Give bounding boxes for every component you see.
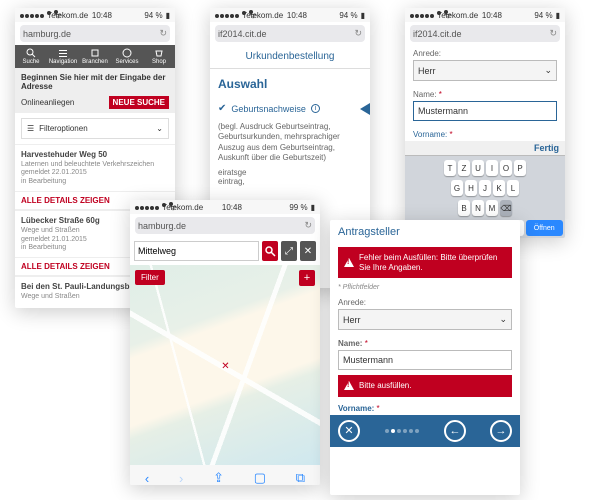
keyboard-toolbar: Fertig — [405, 141, 565, 156]
reload-icon[interactable]: ↻ — [549, 28, 557, 39]
nav-branchen[interactable]: Branchen — [79, 45, 111, 68]
map-marker-icon: ✕ — [221, 361, 229, 372]
warning-icon — [344, 381, 354, 390]
chevron-down-icon: ⌄ — [156, 124, 163, 133]
search-input[interactable] — [134, 241, 259, 261]
checkbox-row[interactable]: ✔ Geburtsnachweise i — [210, 99, 370, 118]
expand-button[interactable]: ⤢ — [281, 241, 297, 261]
anrede-select[interactable]: Herr⌄ — [338, 309, 512, 330]
page-title: Urkundenbestellung — [210, 45, 370, 69]
filter-icon: ☰ — [27, 124, 34, 133]
checkbox-icon[interactable]: ✔ — [218, 103, 226, 114]
status-bar: Telekom.de ᯤ 10:48 99 %▮ — [130, 200, 320, 214]
page-title: Antragsteller — [330, 220, 520, 244]
warning-icon — [344, 258, 354, 267]
pointer-arrow-icon — [360, 103, 370, 115]
key[interactable]: L — [507, 180, 519, 196]
status-bar: Telekom.de ᯤ 10:48 94 %▮ — [15, 8, 175, 22]
wizard-back-button[interactable]: ← — [444, 420, 466, 442]
key-open[interactable]: Öffnen — [526, 220, 564, 236]
nav-suche[interactable]: Suche — [15, 45, 47, 68]
subheading: Onlineanliegen — [21, 98, 74, 107]
anrede-select[interactable]: Herr⌄ — [413, 60, 557, 81]
key[interactable]: B — [458, 200, 470, 216]
key[interactable]: K — [493, 180, 505, 196]
key[interactable]: O — [500, 160, 512, 176]
map-filter-button[interactable]: Filter — [135, 270, 165, 285]
search-button[interactable] — [262, 241, 278, 261]
key[interactable]: T — [444, 160, 456, 176]
wizard-next-button[interactable]: → — [490, 420, 512, 442]
forward-icon[interactable]: › — [179, 471, 183, 486]
info-icon[interactable]: i — [311, 104, 320, 113]
wizard-cancel-button[interactable]: ✕ — [338, 420, 360, 442]
map-view[interactable]: Filter + ✕ — [130, 265, 320, 465]
key[interactable]: M — [486, 200, 498, 216]
phone-antragsteller: Antragsteller Fehler beim Ausfüllen: Bit… — [330, 220, 520, 495]
key[interactable]: H — [465, 180, 477, 196]
phone-form-keyboard: Telekom.de ᯤ 10:48 94 %▮ if2014.cit.de↻ … — [405, 8, 565, 238]
page-headline: Beginnen Sie hier mit der Eingabe der Ad… — [15, 68, 175, 96]
vorname-label: Vorname: * — [405, 126, 565, 141]
url-bar[interactable]: hamburg.de↻ — [20, 25, 170, 42]
search-row: ⤢ ✕ — [130, 237, 320, 265]
name-label: Name: * — [405, 86, 565, 101]
reload-icon[interactable]: ↻ — [159, 28, 167, 39]
truncated-text: eiratsgeeintrag, — [210, 168, 370, 186]
url-bar[interactable]: if2014.cit.de↻ — [410, 25, 560, 42]
bottom-nav: Suche Navigation Branchen Services Shop — [15, 45, 175, 68]
url-bar[interactable]: hamburg.de↻ — [135, 217, 315, 234]
result-card[interactable]: Harvestehuder Weg 50 Laternen und beleuc… — [15, 144, 175, 191]
tabs-icon[interactable]: ⧉ — [296, 470, 305, 485]
anrede-label: Anrede: — [330, 294, 520, 309]
reload-icon[interactable]: ↻ — [304, 220, 312, 231]
key[interactable]: U — [472, 160, 484, 176]
share-icon[interactable]: ⇪ — [213, 470, 224, 485]
nav-shop[interactable]: Shop — [143, 45, 175, 68]
wizard-progress — [384, 425, 420, 436]
name-input[interactable]: Mustermann — [338, 350, 512, 370]
safari-toolbar: ‹ › ⇪ ▢ ⧉ — [130, 465, 320, 485]
key[interactable]: N — [472, 200, 484, 216]
bookmarks-icon[interactable]: ▢ — [254, 470, 266, 485]
key[interactable]: G — [451, 180, 463, 196]
key[interactable]: P — [514, 160, 526, 176]
back-icon[interactable]: ‹ — [145, 471, 149, 486]
checkbox-description: (begl. Ausdruck Geburtseintrag, Geburtsu… — [210, 118, 370, 168]
key[interactable]: J — [479, 180, 491, 196]
chevron-down-icon: ⌄ — [499, 314, 507, 325]
kb-done-button[interactable]: Fertig — [534, 143, 559, 153]
wizard-nav: ✕ ← → — [330, 415, 520, 447]
key[interactable]: I — [486, 160, 498, 176]
vorname-label: Vorname: * — [330, 400, 520, 415]
phone-map: Telekom.de ᯤ 10:48 99 %▮ hamburg.de↻ ⤢ ✕… — [130, 200, 320, 485]
name-label: Name: * — [330, 335, 520, 350]
filter-options[interactable]: ☰ Filteroptionen ⌄ — [21, 118, 169, 139]
neue-suche-button[interactable]: NEUE SUCHE — [109, 96, 169, 109]
url-bar[interactable]: if2014.cit.de↻ — [215, 25, 365, 42]
nav-navigation[interactable]: Navigation — [47, 45, 79, 68]
error-banner: Fehler beim Ausfüllen: Bitte überprüfen … — [338, 247, 512, 278]
field-error: Bitte ausfüllen. — [338, 375, 512, 397]
status-bar: Telekom.de ᯤ 10:48 94 %▮ — [405, 8, 565, 22]
key-backspace[interactable]: ⌫ — [500, 200, 512, 216]
reload-icon[interactable]: ↻ — [354, 28, 362, 39]
name-input[interactable]: Mustermann — [413, 101, 557, 121]
section-heading: Auswahl — [210, 69, 370, 99]
chevron-down-icon: ⌄ — [544, 65, 552, 76]
key[interactable]: Z — [458, 160, 470, 176]
anrede-label: Anrede: — [405, 45, 565, 60]
status-bar: Telekom.de ᯤ 10:48 94 %▮ — [210, 8, 370, 22]
required-note: * Pflichtfelder — [330, 281, 520, 294]
nav-services[interactable]: Services — [111, 45, 143, 68]
map-add-button[interactable]: + — [299, 270, 315, 286]
close-button[interactable]: ✕ — [300, 241, 316, 261]
